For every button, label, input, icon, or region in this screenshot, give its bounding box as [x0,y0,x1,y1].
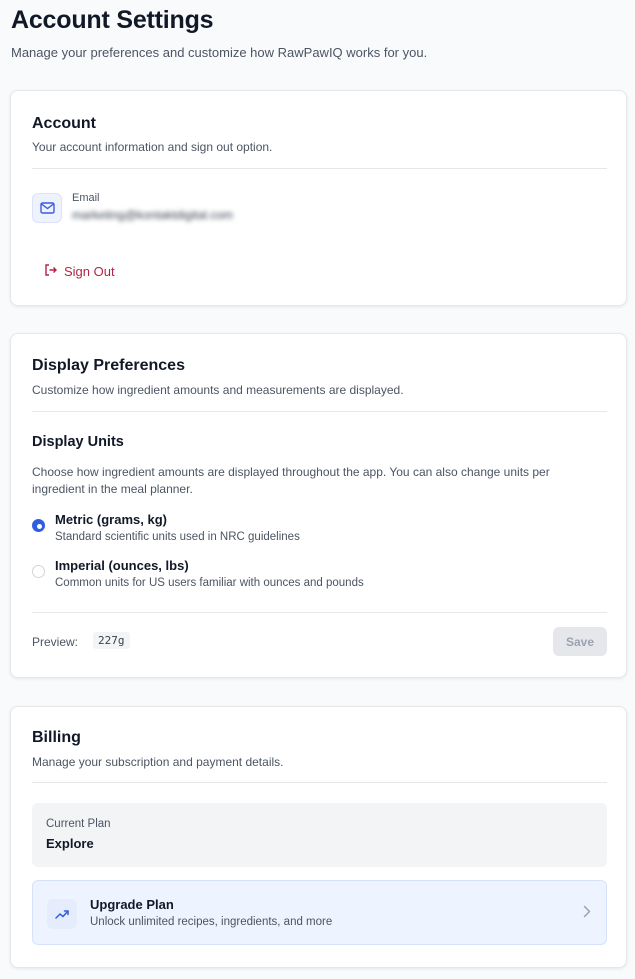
account-card: Account Your account information and sig… [10,90,627,306]
divider [32,782,607,783]
mail-icon [32,193,62,223]
display-card-description: Customize how ingredient amounts and mea… [32,383,404,397]
settings-page: Account Settings Manage your preferences… [0,0,635,979]
current-plan-label: Current Plan [46,818,111,830]
metric-sublabel: Standard scientific units used in NRC gu… [55,531,300,543]
save-button[interactable]: Save [553,627,607,656]
preview-value: 227g [93,632,130,649]
divider [32,168,607,169]
upgrade-plan-description: Unlock unlimited recipes, ingredients, a… [90,916,333,928]
page-title: Account Settings [11,6,214,34]
trending-up-icon [47,899,77,929]
display-preferences-card: Display Preferences Customize how ingred… [10,333,627,678]
chevron-right-icon [583,905,591,923]
divider [32,612,607,613]
page-subtitle: Manage your preferences and customize ho… [11,45,428,60]
metric-label: Metric (grams, kg) [55,512,167,527]
sign-out-button[interactable]: Sign Out [44,261,115,281]
divider [32,411,607,412]
sign-out-icon [44,263,57,279]
email-value: marketing@kontaktdigital.com [72,208,233,222]
upgrade-plan-title: Upgrade Plan [90,897,174,912]
email-label: Email [72,192,100,204]
billing-card-description: Manage your subscription and payment det… [32,755,284,769]
sign-out-label: Sign Out [64,263,115,279]
current-plan-value: Explore [46,836,94,851]
imperial-label: Imperial (ounces, lbs) [55,558,189,573]
display-units-title: Display Units [32,434,124,450]
upgrade-plan-button[interactable]: Upgrade Plan Unlock unlimited recipes, i… [32,880,607,945]
billing-card-title: Billing [32,729,81,746]
account-card-title: Account [32,115,96,132]
metric-radio[interactable] [32,519,45,532]
imperial-sublabel: Common units for US users familiar with … [55,577,364,589]
preview-label: Preview: [32,635,79,649]
imperial-radio[interactable] [32,565,45,578]
account-card-description: Your account information and sign out op… [32,140,273,154]
current-plan-box: Current Plan Explore [32,803,607,867]
display-units-description: Choose how ingredient amounts are displa… [32,465,550,496]
billing-card: Billing Manage your subscription and pay… [10,706,627,968]
display-card-title: Display Preferences [32,357,185,374]
